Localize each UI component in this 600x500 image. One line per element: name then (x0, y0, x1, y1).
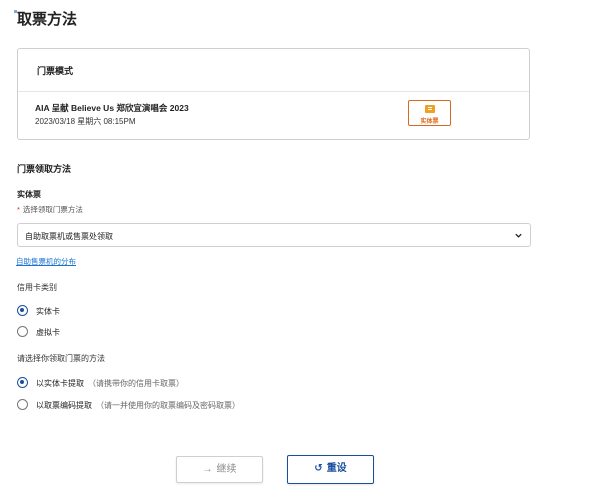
arrow-right-icon: → (202, 464, 213, 475)
event-datetime: 2023/03/18 星期六 08:15PM (35, 117, 136, 126)
page-title: 取票方法 (17, 11, 78, 28)
pickup-section-title: 门票领取方法 (17, 164, 72, 174)
event-name: AIA 呈献 Believe Us 郑欣宜演唱会 2023 (35, 103, 189, 113)
radio-label-main: 以取票编码提取 (36, 401, 92, 410)
card-type-label: 信用卡类别 (17, 283, 57, 292)
card-header-title: 门票模式 (37, 66, 74, 76)
radio-label-main: 以实体卡提取 (36, 379, 84, 388)
radio-label-hint: （请一并使用你的取票编码及密码取票） (96, 401, 240, 410)
radio-button-checked[interactable] (17, 305, 28, 316)
ticket-icon (425, 105, 435, 113)
continue-button[interactable]: → 继续 (176, 456, 263, 483)
required-field-label: * 选择领取门票方法 (17, 204, 83, 215)
radio-button[interactable] (17, 399, 28, 410)
reset-icon: ↺ (314, 463, 323, 474)
chevron-down-icon (515, 233, 522, 238)
reset-button-label: 重设 (326, 463, 347, 474)
pickup-sub-title: 实体票 (17, 190, 41, 199)
radio-button[interactable] (17, 326, 28, 337)
required-label-text: 选择领取门票方法 (22, 205, 83, 214)
select-value: 自助取票机或售票处领取 (25, 232, 113, 241)
reset-button[interactable]: ↺ 重设 (287, 455, 374, 484)
radio-label: 以取票编码提取 （请一并使用你的取票编码及密码取票） (36, 400, 240, 411)
pickup-method-select[interactable]: 自助取票机或售票处领取 (17, 223, 531, 247)
required-star: * (17, 205, 20, 214)
card-header: 门票模式 (18, 49, 529, 92)
ticket-machine-locations-link[interactable]: 自助售票机的分布 (16, 256, 76, 267)
badge-label: 实体票 (420, 119, 439, 125)
continue-button-label: 继续 (216, 464, 237, 475)
pickup-method-label: 请选择你领取门票的方法 (17, 354, 105, 363)
radio-button-checked[interactable] (17, 377, 28, 388)
radio-label: 以实体卡提取 （请携带你的信用卡取票） (36, 378, 184, 389)
radio-label: 实体卡 (36, 307, 60, 316)
radio-label: 虚拟卡 (36, 328, 60, 337)
ticket-mode-card: 门票模式 AIA 呈献 Believe Us 郑欣宜演唱会 2023 2023/… (17, 48, 530, 140)
radio-label-hint: （请携带你的信用卡取票） (88, 379, 184, 388)
physical-ticket-badge: 实体票 (408, 100, 451, 126)
